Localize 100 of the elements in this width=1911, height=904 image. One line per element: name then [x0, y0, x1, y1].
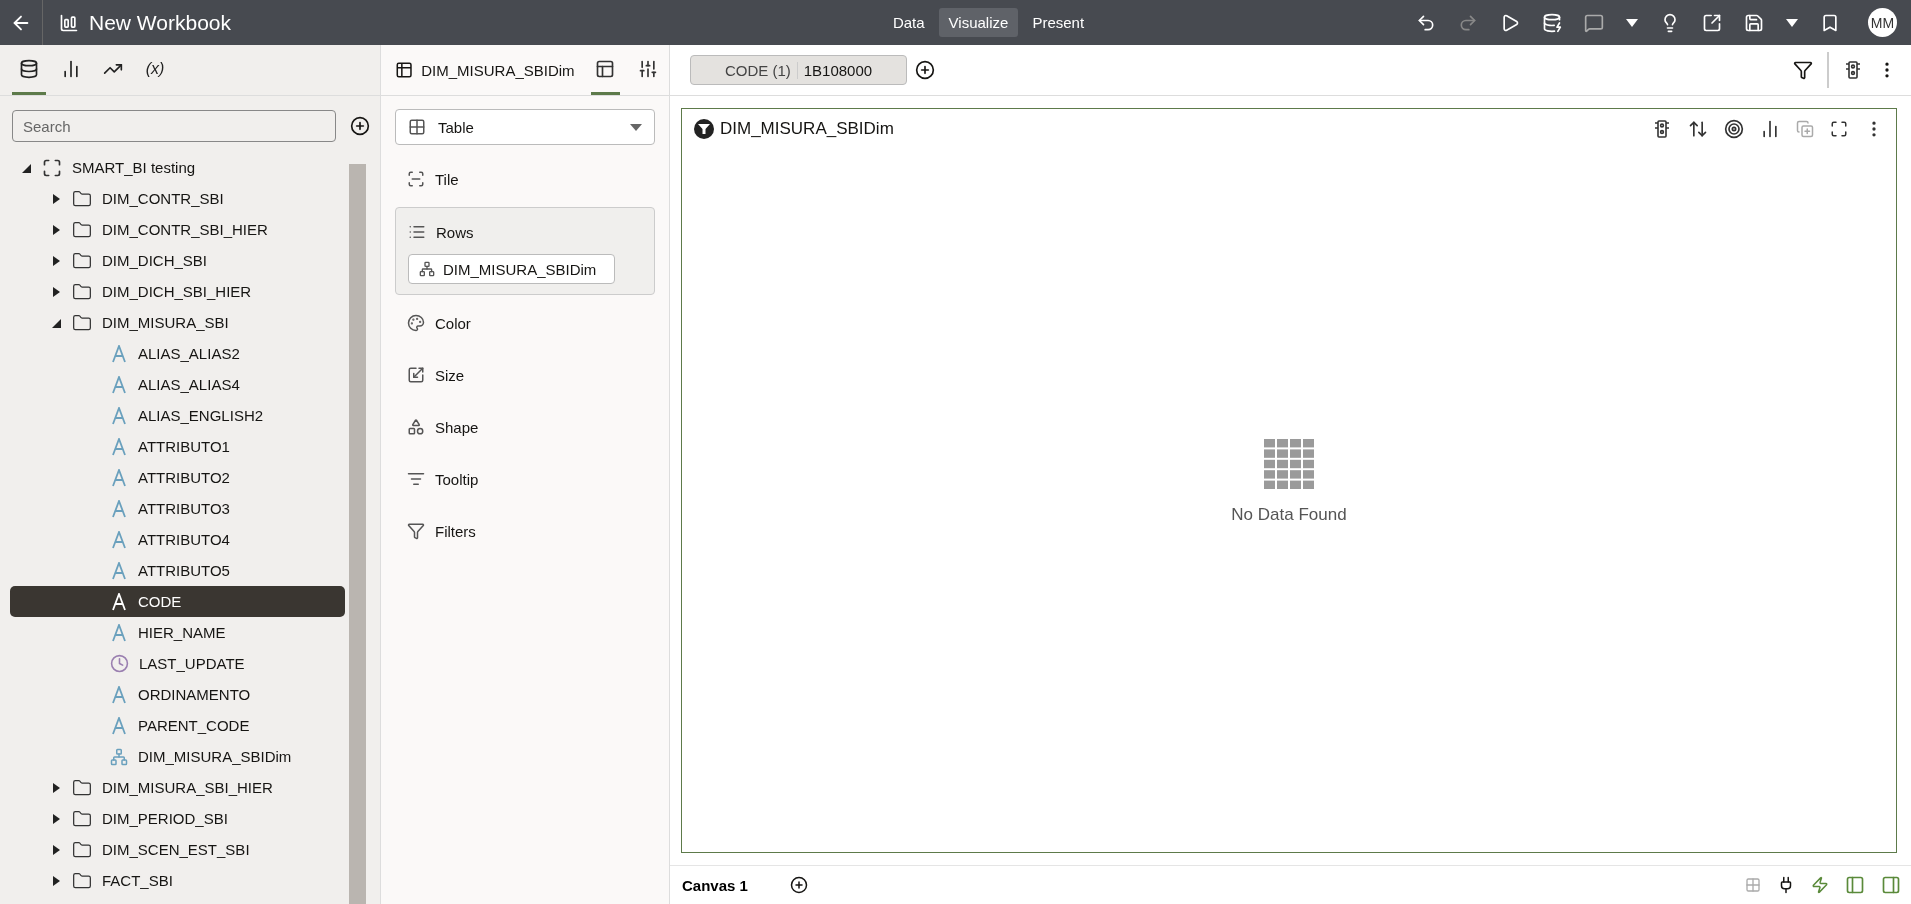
attribute-icon: [110, 344, 128, 363]
section-label: Tooltip: [435, 470, 479, 488]
folder-icon: [72, 870, 92, 891]
hierarchy-icon: [110, 747, 128, 766]
attribute-icon: [110, 685, 128, 704]
mode-tab[interactable]: Data: [882, 8, 935, 37]
caret-icon[interactable]: [1626, 18, 1638, 27]
filter-chip[interactable]: CODE (1) 1B108000: [690, 55, 907, 85]
filter-icon: [694, 119, 714, 139]
expand-caret-icon[interactable]: [50, 223, 62, 236]
caret-icon[interactable]: [1786, 18, 1798, 27]
filter-icon[interactable]: [1793, 60, 1813, 80]
add-filter-icon[interactable]: [915, 60, 935, 80]
maximize-icon[interactable]: [1830, 120, 1848, 138]
caret-icon: [630, 123, 642, 131]
color-icon: [407, 314, 425, 332]
bookmark-icon[interactable]: [1820, 12, 1840, 33]
workbook-title: New Workbook: [89, 10, 231, 35]
canvas-tab[interactable]: Canvas 1: [670, 876, 790, 894]
tree-item[interactable]: ATTRIBUTO3: [10, 493, 345, 524]
scrollbar[interactable]: [349, 164, 366, 904]
tree-item[interactable]: ATTRIBUTO2: [10, 462, 345, 493]
tree-item[interactable]: DIM_DICH_SBI_HIER: [10, 276, 345, 307]
right-panel-icon[interactable]: [1881, 875, 1901, 895]
attribute-icon: [110, 592, 128, 611]
traffic-light-icon[interactable]: [1652, 119, 1672, 139]
redo-icon[interactable]: [1458, 12, 1478, 33]
mode-tab[interactable]: Present: [1022, 8, 1095, 37]
save-icon[interactable]: [1744, 12, 1764, 33]
target-icon[interactable]: [1724, 119, 1744, 139]
search-field[interactable]: Search: [12, 110, 336, 142]
tree-item[interactable]: ATTRIBUTO1: [10, 431, 345, 462]
folder-icon: [72, 281, 92, 302]
expand-caret-icon[interactable]: [50, 843, 62, 856]
expand-caret-icon[interactable]: [50, 285, 62, 298]
folder-icon: [72, 250, 92, 271]
tree-item[interactable]: CODE: [10, 586, 345, 617]
tree-item[interactable]: DIM_MISURA_SBI_HIER: [10, 772, 345, 803]
rows-drop-zone[interactable]: Rows DIM_MISURA_SBIDim: [395, 207, 655, 295]
expand-caret-icon[interactable]: [50, 254, 62, 267]
attribute-icon: [110, 530, 128, 549]
expand-caret-icon[interactable]: [50, 874, 62, 887]
tree-item[interactable]: DIM_CONTR_SBI: [10, 183, 345, 214]
attribute-icon: [110, 468, 128, 487]
tree-item[interactable]: DIM_MISURA_SBI: [10, 307, 345, 338]
tree-item[interactable]: DIM_MISURA_SBIDim: [10, 741, 345, 772]
attribute-icon: [110, 437, 128, 456]
tree-item[interactable]: LAST_UPDATE: [10, 648, 345, 679]
tree-item[interactable]: DIM_DICH_SBI: [10, 245, 345, 276]
sort-icon[interactable]: [1688, 119, 1708, 139]
tree-item[interactable]: ORDINAMENTO: [10, 679, 345, 710]
tree-item[interactable]: DIM_SCEN_EST_SBI: [10, 834, 345, 865]
viz-type-dropdown[interactable]: Table: [395, 109, 655, 145]
tree-item[interactable]: ALIAS_ENGLISH2: [10, 400, 345, 431]
comment-icon[interactable]: [1584, 12, 1604, 33]
add-icon[interactable]: [350, 116, 370, 136]
visualization-title: DIM_MISURA_SBIDim: [720, 119, 894, 139]
attribute-icon: [110, 623, 128, 642]
section-label: Filters: [435, 522, 476, 540]
attribute-icon: [110, 499, 128, 518]
shape-icon: [407, 418, 425, 436]
lightning-icon[interactable]: [1811, 876, 1829, 894]
tree-item[interactable]: FACT_SBI: [10, 865, 345, 896]
user-avatar[interactable]: MM: [1868, 8, 1897, 37]
panel-tab[interactable]: (x): [138, 45, 172, 95]
column-chip[interactable]: DIM_MISURA_SBIDim: [408, 254, 615, 284]
undo-icon[interactable]: [1416, 12, 1436, 33]
folder-icon: [72, 777, 92, 798]
tree-item[interactable]: ATTRIBUTO4: [10, 524, 345, 555]
mode-tab[interactable]: Visualize: [938, 8, 1019, 37]
add-canvas-icon[interactable]: [790, 876, 808, 894]
section-label: Color: [435, 314, 471, 332]
rows-icon: [408, 223, 426, 241]
attribute-icon: [110, 406, 128, 425]
tree-item[interactable]: ALIAS_ALIAS4: [10, 369, 345, 400]
clock-icon: [110, 654, 129, 673]
folder-icon: [72, 312, 92, 333]
grid-icon: [408, 118, 426, 136]
expand-caret-icon[interactable]: [50, 781, 62, 794]
tree-item[interactable]: HIER_NAME: [10, 617, 345, 648]
empty-message: No Data Found: [1231, 504, 1347, 525]
left-panel-icon[interactable]: [1845, 875, 1865, 895]
tree-item[interactable]: DIM_CONTR_SBI_HIER: [10, 214, 345, 245]
sliders-icon: [638, 58, 659, 79]
tree-item[interactable]: SMART_BI testing: [10, 152, 345, 183]
section-label: Rows: [436, 223, 474, 241]
folder-icon: [72, 839, 92, 860]
expand-caret-icon[interactable]: [50, 192, 62, 205]
folder-icon: [72, 219, 92, 240]
tree-item[interactable]: ATTRIBUTO5: [10, 555, 345, 586]
folder-icon: [72, 808, 92, 829]
tree-item[interactable]: ALIAS_ALIAS2: [10, 338, 345, 369]
hierarchy-icon: [419, 261, 435, 277]
tree-item[interactable]: PARENT_CODE: [10, 710, 345, 741]
tree-item[interactable]: DIM_PERIOD_SBI: [10, 803, 345, 834]
play-icon[interactable]: [1500, 12, 1520, 33]
export-icon[interactable]: [1702, 12, 1722, 33]
traffic-light-icon[interactable]: [1843, 60, 1863, 80]
expand-caret-icon[interactable]: [50, 812, 62, 825]
chart-icon[interactable]: [1760, 119, 1780, 139]
